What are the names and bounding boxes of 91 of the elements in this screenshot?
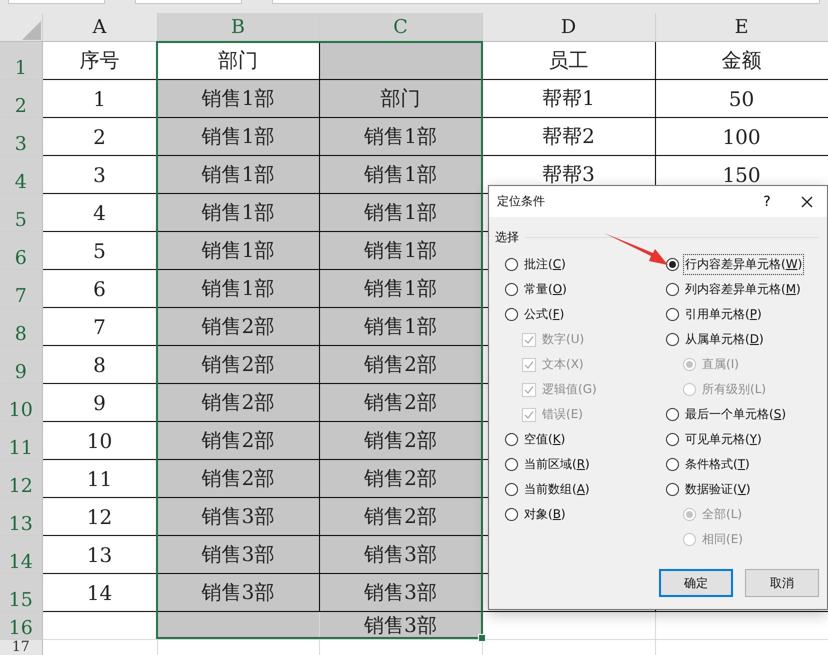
row-header[interactable]: 5 (0, 194, 42, 232)
table-cell: 销售1部 (157, 80, 319, 118)
column-header[interactable]: C (319, 13, 482, 42)
row-header[interactable]: 13 (0, 498, 42, 536)
option-label[interactable]: 当前数组(A) (522, 479, 592, 500)
option-label[interactable]: 常量(O) (522, 279, 569, 300)
table-cell: 销售1部 (319, 308, 482, 346)
table-cell: 销售2部 (157, 384, 319, 422)
radio-button[interactable] (505, 458, 518, 471)
option-label[interactable]: 对象(B) (522, 504, 568, 525)
table-cell: 销售2部 (319, 346, 482, 384)
table-cell: 销售2部 (157, 308, 319, 346)
table-cell: 帮帮1 (482, 80, 655, 118)
close-icon (801, 196, 813, 208)
row-header[interactable]: 16 (0, 612, 42, 640)
option-label[interactable]: 最后一个单元格(S) (683, 404, 788, 425)
table-cell: 销售1部 (319, 194, 482, 232)
table-cell: 销售3部 (319, 574, 482, 612)
option-label[interactable]: 从属单元格(D) (683, 329, 766, 350)
option-label[interactable]: 行内容差异单元格(W) (683, 254, 804, 275)
table-cell: 部门 (319, 80, 482, 118)
table-cell: 销售2部 (157, 460, 319, 498)
fill-handle[interactable] (478, 634, 486, 642)
column-header[interactable]: E (655, 13, 828, 42)
table-cell: 销售2部 (157, 422, 319, 460)
row-header[interactable]: 7 (0, 270, 42, 308)
radio-button[interactable] (666, 408, 679, 421)
table-cell: 销售1部 (319, 270, 482, 308)
table-cell: 销售1部 (319, 118, 482, 156)
row-header[interactable]: 8 (0, 308, 42, 346)
table-cell: 销售1部 (157, 232, 319, 270)
dialog-button[interactable]: 确定 (659, 569, 733, 597)
table-cell: 销售1部 (157, 156, 319, 194)
table-cell: 销售1部 (157, 118, 319, 156)
table-cell: 销售2部 (319, 384, 482, 422)
table-cell: 员工 (482, 42, 655, 80)
table-cell: 销售2部 (319, 422, 482, 460)
radio-button[interactable] (505, 308, 518, 321)
option-label[interactable]: 批注(C) (522, 254, 568, 275)
table-cell: 销售2部 (319, 460, 482, 498)
table-cell: 销售1部 (319, 156, 482, 194)
table-cell: 销售2部 (319, 498, 482, 536)
radio-button[interactable] (666, 333, 679, 346)
option-label[interactable]: 引用单元格(P) (683, 304, 764, 325)
column-header[interactable]: D (482, 13, 655, 42)
row-header[interactable]: 1 (0, 42, 42, 80)
option-label[interactable]: 数据验证(V) (683, 479, 753, 500)
column-header[interactable]: A (42, 13, 157, 42)
row-header[interactable]: 14 (0, 536, 42, 574)
radio-button[interactable] (666, 458, 679, 471)
radio-button[interactable] (505, 258, 518, 271)
column-header[interactable]: B (157, 13, 319, 42)
dialog-button[interactable]: 取消 (745, 569, 819, 597)
row-header[interactable]: 2 (0, 80, 42, 118)
option-label[interactable]: 列内容差异单元格(M) (683, 279, 803, 300)
row-header[interactable]: 4 (0, 156, 42, 194)
table-cell: 销售1部 (319, 232, 482, 270)
radio-button[interactable] (666, 483, 679, 496)
row-header[interactable]: 11 (0, 422, 42, 460)
row-header[interactable]: 15 (0, 574, 42, 612)
table-cell: 销售1部 (157, 270, 319, 308)
radio-button[interactable] (505, 483, 518, 496)
table-cell: 销售1部 (157, 194, 319, 232)
toolbar-field[interactable] (135, 0, 242, 4)
option-label[interactable]: 空值(K) (522, 429, 568, 450)
radio-button[interactable] (505, 433, 518, 446)
table-cell: 销售3部 (157, 536, 319, 574)
window-title: 定位条件 (497, 193, 546, 210)
option-label[interactable]: 条件格式(T) (683, 454, 752, 475)
radio-button[interactable] (505, 508, 518, 521)
option-label[interactable]: 当前区域(R) (522, 454, 592, 475)
table-cell: 销售3部 (157, 498, 319, 536)
row-header[interactable]: 17 (0, 640, 42, 655)
option-label[interactable]: 公式(F) (522, 304, 566, 325)
annotation-arrow (603, 232, 669, 268)
table-cell: 销售3部 (157, 574, 319, 612)
radio-button[interactable] (666, 258, 679, 271)
radio-button[interactable] (666, 308, 679, 321)
radio-button[interactable] (505, 283, 518, 296)
radio-button[interactable] (666, 283, 679, 296)
option-label[interactable]: 可见单元格(Y) (683, 429, 764, 450)
group-label: 选择 (495, 229, 519, 246)
radio-button[interactable] (666, 433, 679, 446)
row-header[interactable]: 12 (0, 460, 42, 498)
row-header[interactable]: 10 (0, 384, 42, 422)
row-header[interactable]: 3 (0, 118, 42, 156)
table-cell: 销售2部 (157, 346, 319, 384)
row-header[interactable]: 9 (0, 346, 42, 384)
row-header[interactable]: 6 (0, 232, 42, 270)
table-cell: 销售3部 (319, 536, 482, 574)
table-cell: 帮帮2 (482, 118, 655, 156)
